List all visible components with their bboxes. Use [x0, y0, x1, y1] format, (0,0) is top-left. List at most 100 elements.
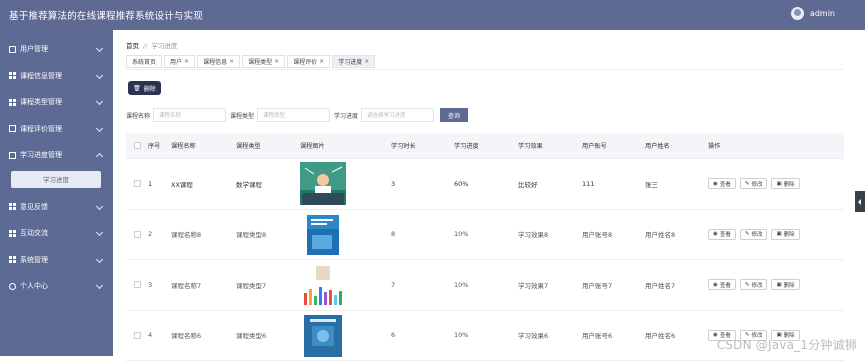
- close-icon[interactable]: ×: [184, 58, 189, 65]
- delete-label: 删除: [784, 230, 795, 238]
- sidebar-item-personal[interactable]: 个人中心: [0, 273, 113, 300]
- cell-course-type: 数学课程: [236, 179, 300, 189]
- sidebar-item-label: 学习进度管理: [20, 150, 62, 160]
- row-actions: ◉查看 ✎修改 ▣删除: [708, 229, 838, 240]
- grid-icon: [9, 99, 16, 106]
- cell-effect: 比较好: [518, 179, 582, 189]
- course-name-input[interactable]: 课程名称: [153, 108, 226, 122]
- edit-button[interactable]: ✎修改: [740, 229, 768, 240]
- close-icon[interactable]: ×: [274, 58, 279, 65]
- cell-no: 1: [148, 180, 171, 188]
- grid-icon: [9, 72, 16, 79]
- row-delete-button[interactable]: ▣删除: [771, 279, 799, 290]
- tab-user[interactable]: 用户×: [164, 55, 195, 68]
- tab-learning-progress[interactable]: 学习进度×: [332, 55, 375, 68]
- view-label: 查看: [720, 180, 731, 188]
- table-row: 2 课程名称8 课程类型8 8 10% 学习效果8 用户账号8 用户姓名8 ◉查…: [126, 210, 844, 261]
- chevron-down-icon: [96, 202, 103, 209]
- sidebar-item-label: 课程评价管理: [20, 124, 62, 134]
- cell-course-type: 课程类型8: [236, 229, 300, 239]
- grid-icon: [9, 256, 16, 263]
- cell-duration: 7: [391, 281, 454, 289]
- submenu-item-learning-progress[interactable]: 学习进度: [11, 171, 101, 188]
- header-duration: 学习时长: [391, 141, 454, 150]
- sidebar-item-interaction[interactable]: 互动交流: [0, 220, 113, 247]
- avatar[interactable]: [791, 7, 804, 20]
- close-icon[interactable]: ×: [364, 58, 369, 65]
- cell-no: 3: [148, 281, 171, 289]
- close-icon[interactable]: ×: [229, 58, 234, 65]
- sidebar-item-label: 互动交流: [20, 228, 48, 238]
- grid-icon: [9, 203, 16, 210]
- row-checkbox[interactable]: [134, 180, 141, 187]
- chevron-down-icon: [96, 124, 103, 131]
- cell-username: 用户姓名8: [645, 229, 708, 239]
- sidebar-item-course-type[interactable]: 课程类型管理: [0, 89, 113, 116]
- view-label: 查看: [720, 230, 731, 238]
- course-image: [300, 162, 346, 205]
- row-checkbox[interactable]: [134, 332, 141, 339]
- edit-icon: ✎: [745, 181, 750, 187]
- top-bar: 基于推荐算法的在线课程推荐系统设计与实现 admin: [0, 0, 865, 30]
- tab-course-type[interactable]: 课程类型×: [242, 55, 285, 68]
- watermark: CSDN @Java_1分钟诚狮: [717, 336, 857, 353]
- cell-course-image: [300, 314, 391, 357]
- chevron-down-icon: [96, 98, 103, 105]
- sidebar: 用户管理 课程信息管理 课程类型管理 课程评价管理 学习进度管理 学习进度 意见…: [0, 30, 113, 356]
- tab-bar: 系统首页 用户× 课程信息× 课程类型× 课程评价× 学习进度×: [126, 55, 844, 70]
- sidebar-item-user-management[interactable]: 用户管理: [0, 36, 113, 63]
- sidebar-item-system[interactable]: 系统管理: [0, 247, 113, 274]
- tab-course-info[interactable]: 课程信息×: [197, 55, 240, 68]
- tab-label: 课程类型: [248, 57, 272, 66]
- sidebar-item-course-review[interactable]: 课程评价管理: [0, 116, 113, 143]
- header-account: 用户账号: [582, 141, 645, 150]
- sidebar-item-course-info[interactable]: 课程信息管理: [0, 63, 113, 90]
- row-checkbox[interactable]: [134, 231, 141, 238]
- breadcrumb: 首页//学习进度: [126, 40, 177, 50]
- sidebar-item-learning-progress[interactable]: 学习进度管理: [0, 142, 113, 169]
- edit-button[interactable]: ✎修改: [740, 279, 768, 290]
- cell-course-name: 课程名称7: [171, 280, 236, 290]
- eye-icon: ◉: [713, 181, 718, 187]
- search-bar: 课程名称 课程名称 课程类型 课程类型 学习进度 请选择学习进度 查询: [126, 108, 468, 122]
- cell-progress: 10%: [454, 230, 518, 238]
- view-button[interactable]: ◉查看: [708, 279, 736, 290]
- row-checkbox[interactable]: [134, 281, 141, 288]
- query-button[interactable]: 查询: [440, 108, 468, 122]
- course-image: [300, 263, 346, 306]
- main-content: 首页//学习进度 系统首页 用户× 课程信息× 课程类型× 课程评价× 学习进度…: [113, 30, 855, 356]
- edit-icon: ✎: [745, 231, 750, 237]
- header-actions: 操作: [708, 141, 838, 150]
- user-icon: [9, 46, 16, 53]
- username-label[interactable]: admin: [810, 9, 835, 18]
- tab-home[interactable]: 系统首页: [126, 55, 162, 68]
- cell-effect: 学习效果6: [518, 330, 582, 340]
- view-button[interactable]: ◉查看: [708, 229, 736, 240]
- delete-label: 删除: [784, 281, 795, 289]
- cell-account: 111: [582, 180, 645, 188]
- delete-button[interactable]: 🗑删除: [128, 81, 161, 95]
- cell-course-name: 课程名称6: [171, 330, 236, 340]
- tab-course-review[interactable]: 课程评价×: [287, 55, 330, 68]
- side-collapse-handle[interactable]: [855, 191, 865, 212]
- breadcrumb-current: 学习进度: [151, 42, 177, 50]
- breadcrumb-home[interactable]: 首页: [126, 42, 139, 50]
- chevron-down-icon: [96, 255, 103, 262]
- table-row: 3 课程名称7 课程类型7 7 10% 学习效果7: [126, 260, 844, 311]
- cell-course-type: 课程类型6: [236, 330, 300, 340]
- chevron-down-icon: [96, 282, 103, 289]
- view-button[interactable]: ◉查看: [708, 178, 736, 189]
- header-username: 用户姓名: [645, 141, 708, 150]
- delete-button-label: 删除: [144, 84, 156, 93]
- sidebar-item-feedback[interactable]: 意见反馈: [0, 194, 113, 221]
- row-delete-button[interactable]: ▣删除: [771, 229, 799, 240]
- edit-button[interactable]: ✎修改: [740, 178, 768, 189]
- select-all-checkbox[interactable]: [134, 142, 141, 149]
- user-menu[interactable]: admin: [791, 7, 835, 20]
- close-icon[interactable]: ×: [319, 58, 324, 65]
- row-delete-button[interactable]: ▣删除: [771, 178, 799, 189]
- course-type-input[interactable]: 课程类型: [257, 108, 330, 122]
- edit-label: 修改: [751, 230, 762, 238]
- progress-select[interactable]: 请选择学习进度: [361, 108, 434, 122]
- trash-icon: 🗑: [133, 85, 141, 92]
